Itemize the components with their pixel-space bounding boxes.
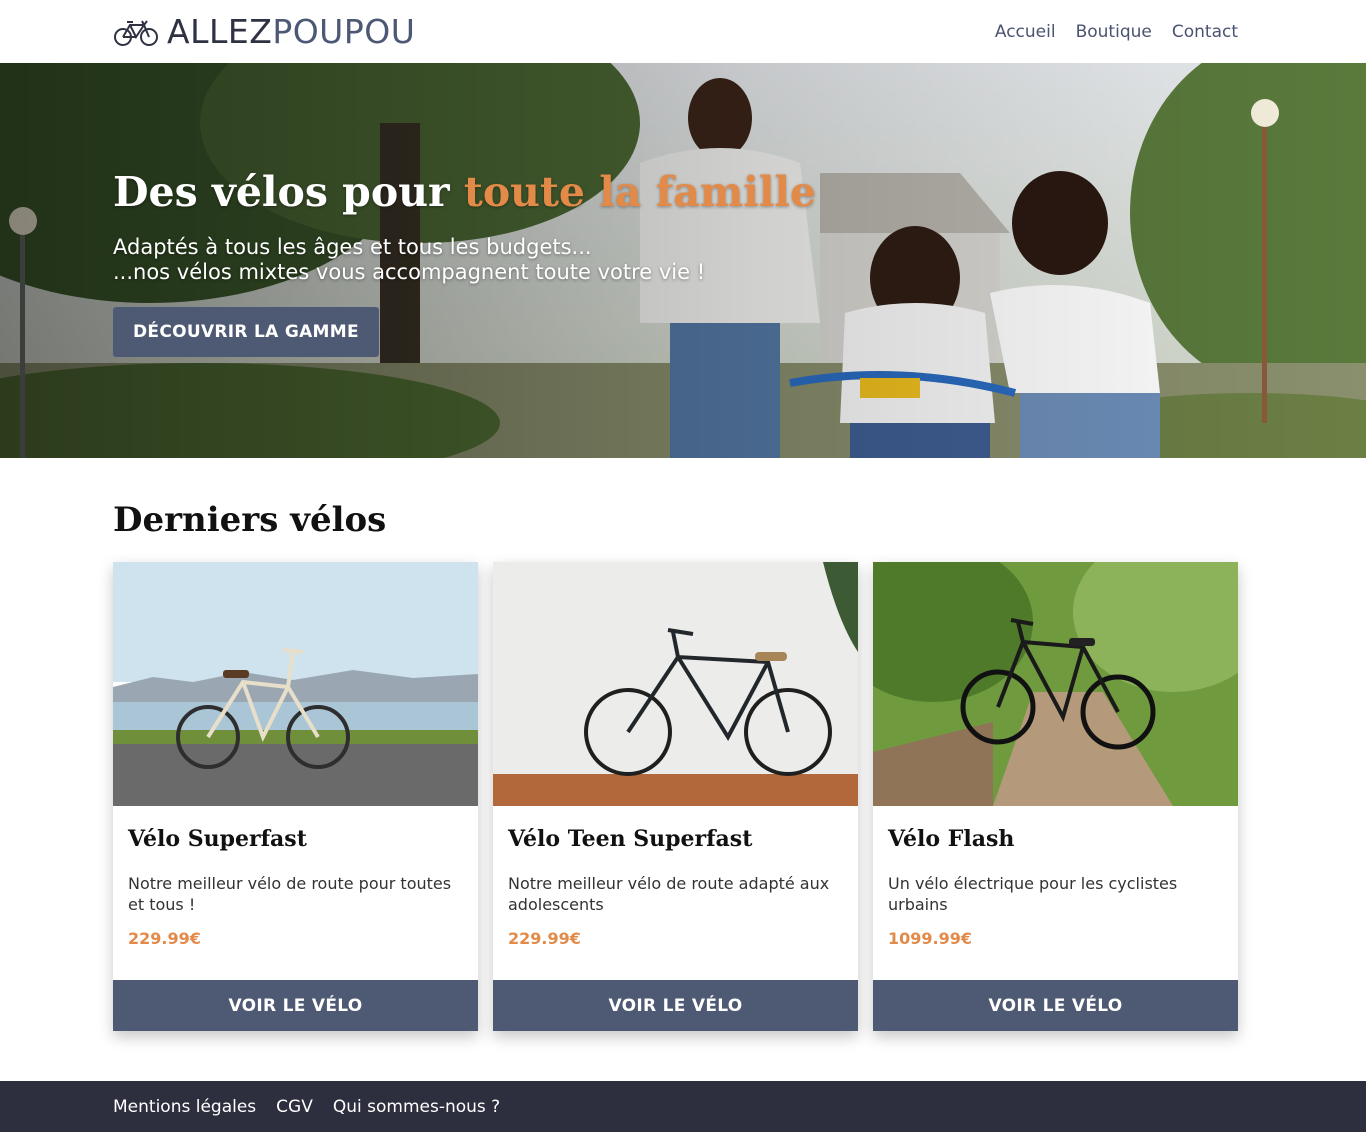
- hero-title: Des vélos pour toute la famille: [113, 168, 817, 216]
- discover-range-button[interactable]: DÉCOUVRIR LA GAMME: [113, 307, 379, 358]
- view-bike-button[interactable]: VOIR LE VÉLO: [113, 980, 478, 1032]
- hero-content: Des vélos pour toute la famille Adaptés …: [113, 168, 817, 358]
- bike-photo-lake: [113, 562, 478, 807]
- footer-link-legal[interactable]: Mentions légales: [113, 1097, 256, 1117]
- card-body: Vélo Superfast Notre meilleur vélo de ro…: [113, 806, 478, 980]
- footer-link-cgv[interactable]: CGV: [276, 1097, 313, 1117]
- bicycle-icon: [114, 19, 158, 46]
- product-name: Vélo Teen Superfast: [508, 826, 753, 853]
- product-price: 229.99€: [128, 928, 201, 948]
- nav-link-boutique[interactable]: Boutique: [1076, 22, 1152, 42]
- hero-title-accent: toute la famille: [463, 168, 817, 216]
- hero-banner: Des vélos pour toute la famille Adaptés …: [0, 63, 1366, 458]
- brand-name: ALLEZPOUPOU: [167, 12, 416, 51]
- card-body: Vélo Teen Superfast Notre meilleur vélo …: [493, 806, 858, 980]
- hero-subtitle-line-1: Adaptés à tous les âges et tous les budg…: [113, 235, 592, 260]
- product-price: 229.99€: [508, 928, 581, 948]
- nav-link-contact[interactable]: Contact: [1172, 22, 1238, 42]
- product-description: Notre meilleur vélo de route adapté aux …: [508, 874, 830, 914]
- bike-photo-wall: [493, 562, 858, 807]
- product-description: Un vélo électrique pour les cyclistes ur…: [888, 874, 1178, 914]
- section-title: Derniers vélos: [113, 500, 387, 540]
- hero-subtitle-line-2: ...nos vélos mixtes vous accompagnent to…: [113, 260, 706, 285]
- hero-subtitle: Adaptés à tous les âges et tous les budg…: [113, 235, 816, 285]
- latest-bikes-section: Derniers vélos Vélo Superfast Notre meil…: [0, 500, 1366, 1032]
- product-card: Vélo Teen Superfast Notre meilleur vélo …: [493, 562, 858, 1032]
- footer-link-about[interactable]: Qui sommes-nous ?: [333, 1097, 500, 1117]
- brand-logo[interactable]: ALLEZPOUPOU: [113, 15, 415, 48]
- product-name: Vélo Flash: [888, 826, 1015, 853]
- product-card: Vélo Flash Un vélo électrique pour les c…: [873, 562, 1238, 1032]
- product-description: Notre meilleur vélo de route pour toutes…: [128, 874, 452, 914]
- view-bike-button[interactable]: VOIR LE VÉLO: [493, 980, 858, 1032]
- view-bike-button[interactable]: VOIR LE VÉLO: [873, 980, 1238, 1032]
- product-card: Vélo Superfast Notre meilleur vélo de ro…: [113, 562, 478, 1032]
- site-header: ALLEZPOUPOU Accueil Boutique Contact: [0, 0, 1366, 63]
- product-list: Vélo Superfast Notre meilleur vélo de ro…: [113, 562, 1238, 1032]
- product-name: Vélo Superfast: [128, 826, 307, 853]
- main-nav: Accueil Boutique Contact: [995, 22, 1238, 42]
- nav-link-accueil[interactable]: Accueil: [995, 22, 1056, 42]
- bike-photo-forest: [873, 562, 1238, 807]
- site-footer: Mentions légales CGV Qui sommes-nous ?: [0, 1081, 1366, 1132]
- product-price: 1099.99€: [888, 928, 973, 948]
- card-body: Vélo Flash Un vélo électrique pour les c…: [873, 806, 1238, 980]
